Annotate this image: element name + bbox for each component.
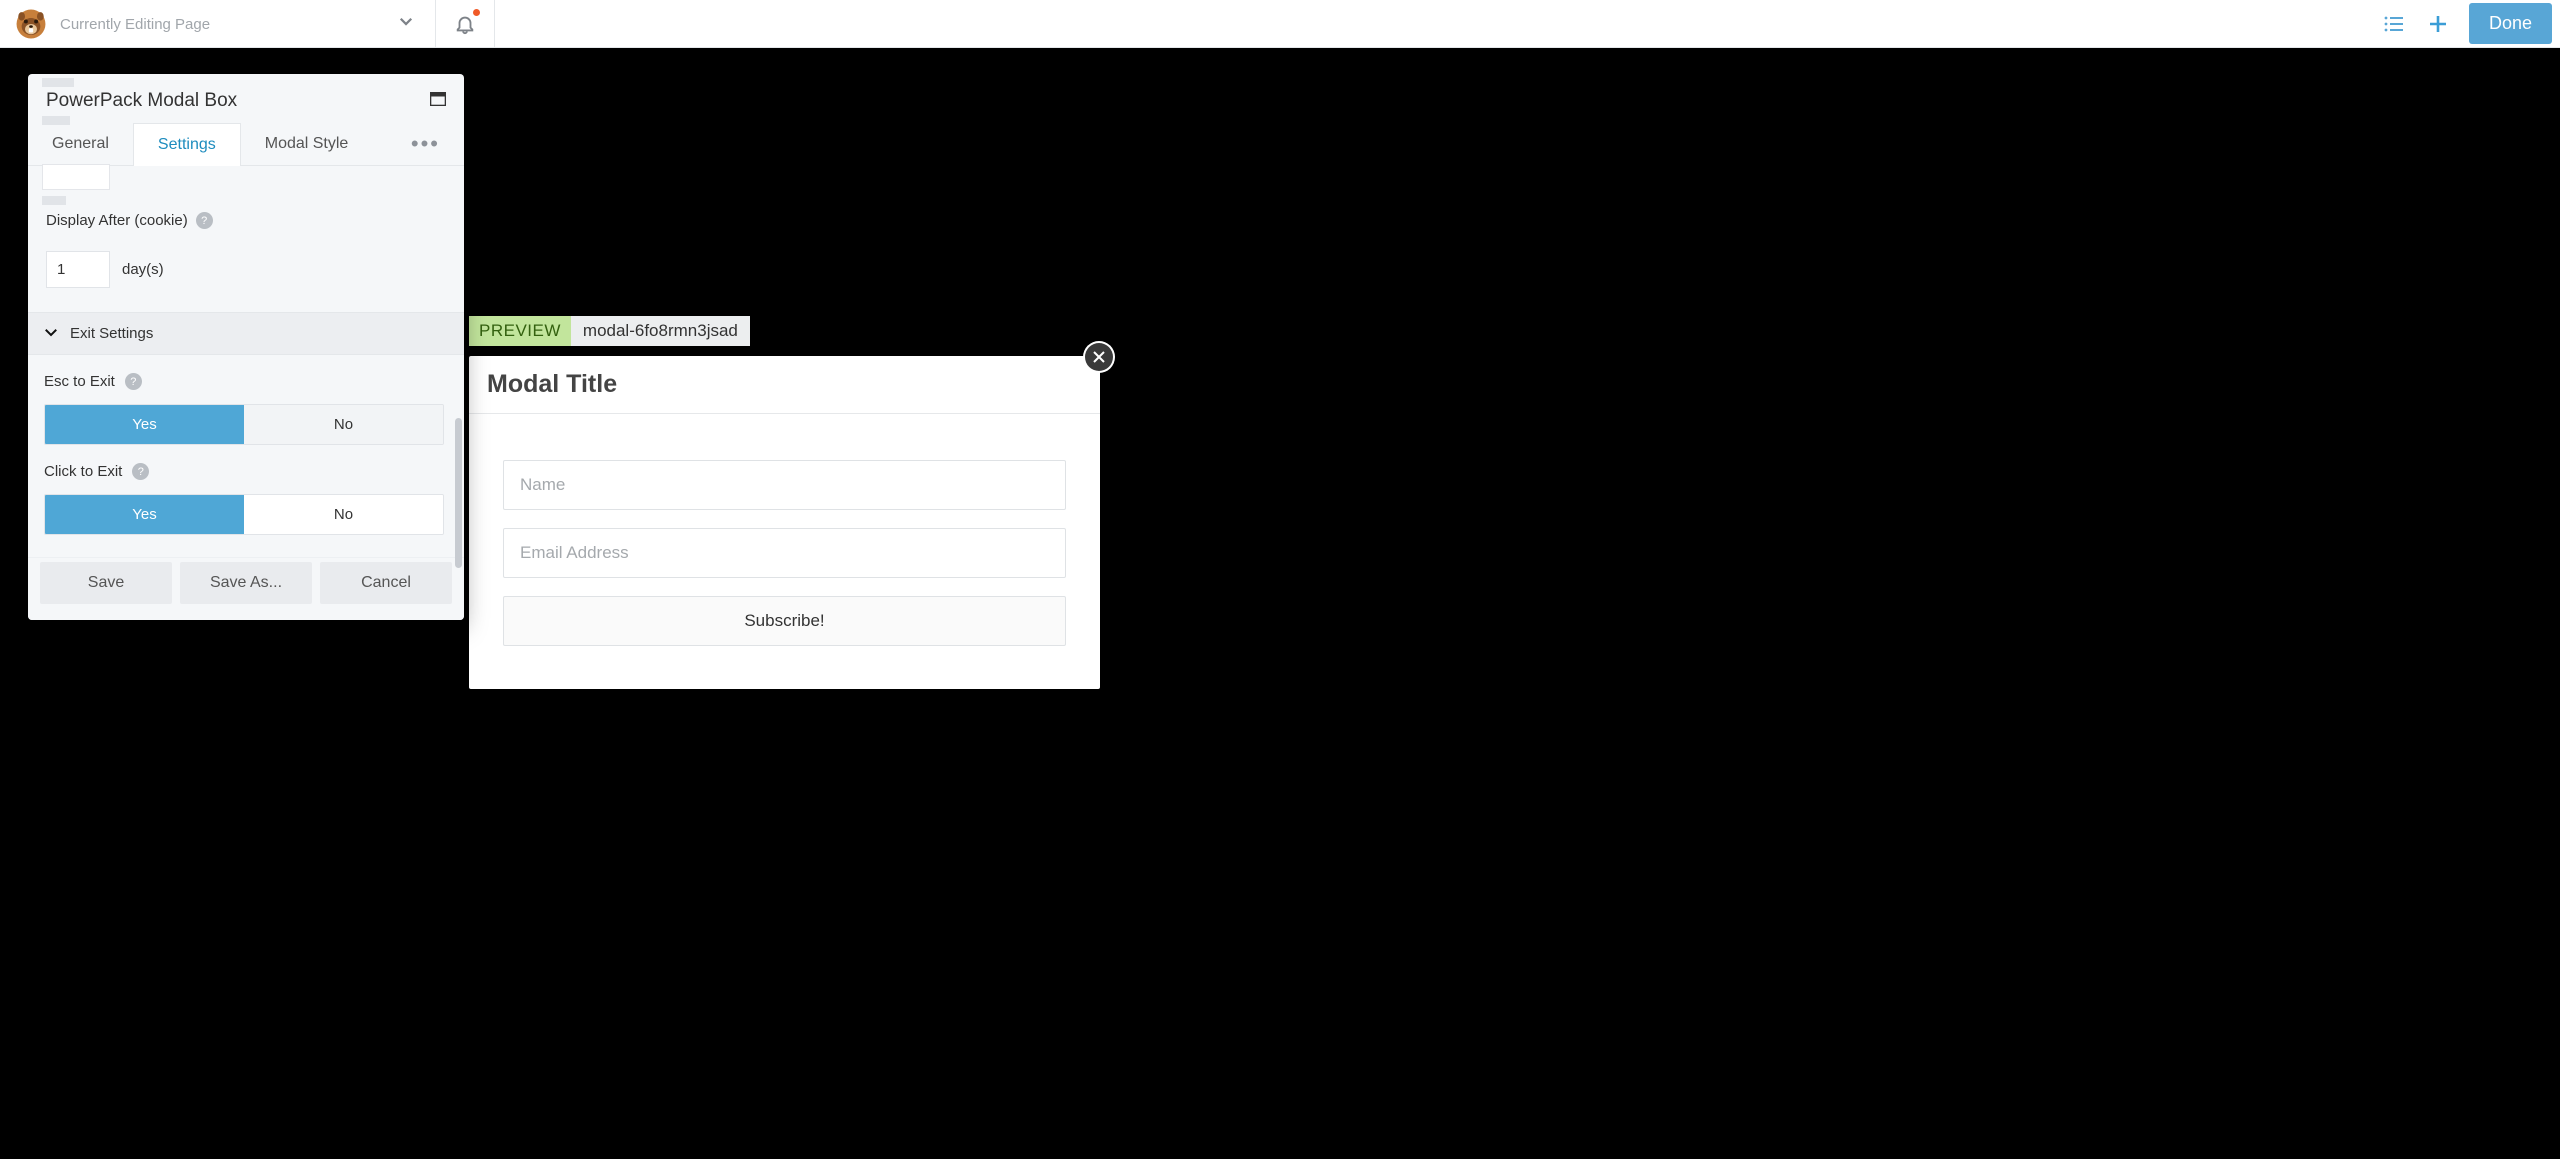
add-content-button[interactable] — [2419, 5, 2457, 43]
exit-settings-title: Exit Settings — [70, 325, 153, 342]
outline-panel-button[interactable] — [2375, 5, 2413, 43]
topbar-right: Done — [2367, 3, 2560, 44]
panel-header: PowerPack Modal Box — [28, 74, 464, 122]
modal-email-input[interactable] — [503, 528, 1066, 578]
esc-to-exit-group: Esc to Exit ? Yes No Click to Exit ? Yes… — [28, 355, 464, 557]
click-to-exit-segmented: Yes No — [44, 494, 444, 535]
preview-badge: PREVIEW modal-6fo8rmn3jsad — [469, 316, 750, 346]
preview-modal-id: modal-6fo8rmn3jsad — [571, 316, 750, 346]
panel-footer: Save Save As... Cancel — [28, 557, 464, 620]
page-dropdown-toggle[interactable] — [389, 6, 423, 41]
esc-to-exit-no[interactable]: No — [244, 405, 443, 444]
panel-tabs: General Settings Modal Style ••• — [28, 122, 464, 166]
modal-subscribe-button[interactable]: Subscribe! — [503, 596, 1066, 646]
panel-resize-button[interactable] — [430, 92, 446, 111]
bell-icon — [454, 13, 476, 35]
help-icon[interactable]: ? — [196, 212, 213, 229]
display-after-unit: day(s) — [122, 261, 164, 278]
modal-preview: Modal Title Subscribe! — [469, 356, 1100, 689]
topbar-left: Currently Editing Page — [0, 0, 436, 47]
page-title: Currently Editing Page — [60, 14, 379, 33]
exit-settings-toggle[interactable]: Exit Settings — [28, 312, 464, 355]
modal-preview-body: Subscribe! — [469, 414, 1100, 676]
modal-name-input[interactable] — [503, 460, 1066, 510]
plus-icon — [2426, 12, 2450, 36]
beaver-logo — [12, 5, 50, 43]
display-after-input-row: day(s) — [28, 237, 464, 312]
save-as-button[interactable]: Save As... — [180, 562, 312, 604]
chevron-down-icon — [397, 12, 415, 30]
modal-preview-header: Modal Title — [469, 356, 1100, 414]
cancel-button[interactable]: Cancel — [320, 562, 452, 604]
help-icon[interactable]: ? — [132, 463, 149, 480]
close-icon — [1093, 351, 1105, 363]
esc-to-exit-segmented: Yes No — [44, 404, 444, 445]
module-settings-panel: PowerPack Modal Box General Settings Mod… — [28, 74, 464, 620]
modal-close-button[interactable] — [1085, 343, 1113, 371]
tab-settings[interactable]: Settings — [133, 123, 241, 166]
window-icon — [430, 92, 446, 106]
tab-modal-style[interactable]: Modal Style — [241, 123, 373, 165]
scrollbar-thumb[interactable] — [455, 418, 462, 568]
notifications-button[interactable] — [436, 0, 495, 47]
display-after-label: Display After (cookie) — [46, 212, 188, 229]
click-to-exit-label: Click to Exit — [44, 463, 122, 480]
done-button[interactable]: Done — [2469, 3, 2552, 44]
top-toolbar: Currently Editing Page D — [0, 0, 2560, 48]
notification-dot — [473, 9, 480, 16]
click-to-exit-no[interactable]: No — [244, 495, 443, 534]
modal-preview-title: Modal Title — [487, 370, 1082, 399]
display-after-label-row: Display After (cookie) ? — [46, 212, 446, 229]
panel-body: Display After (cookie) ? day(s) Exit Set… — [28, 166, 464, 557]
esc-to-exit-label: Esc to Exit — [44, 373, 115, 390]
panel-title: PowerPack Modal Box — [46, 90, 430, 112]
click-to-exit-label-row: Click to Exit ? — [44, 463, 448, 480]
save-button[interactable]: Save — [40, 562, 172, 604]
display-after-row: Display After (cookie) ? — [28, 170, 464, 237]
click-to-exit-yes[interactable]: Yes — [45, 495, 244, 534]
esc-to-exit-label-row: Esc to Exit ? — [44, 373, 448, 390]
esc-to-exit-yes[interactable]: Yes — [45, 405, 244, 444]
display-after-input[interactable] — [46, 251, 110, 288]
tab-general[interactable]: General — [28, 123, 133, 165]
help-icon[interactable]: ? — [125, 373, 142, 390]
outline-icon — [2382, 12, 2406, 36]
chevron-down-icon — [42, 323, 60, 344]
preview-tag: PREVIEW — [469, 316, 571, 346]
tab-overflow-button[interactable]: ••• — [393, 131, 458, 157]
